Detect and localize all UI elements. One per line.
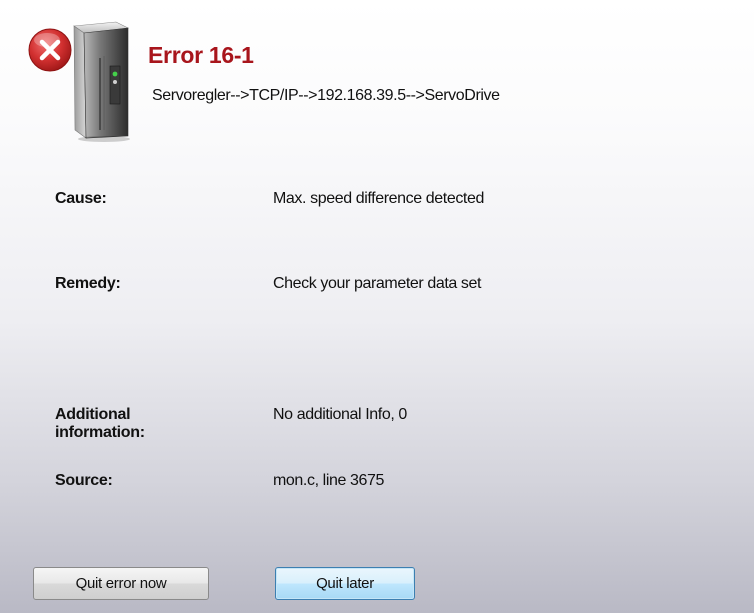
- error-path: Servoregler-->TCP/IP-->192.168.39.5-->Se…: [152, 87, 500, 104]
- cause-value: Max. speed difference detected: [273, 190, 484, 207]
- error-title: Error 16-1: [148, 42, 254, 68]
- quit-later-button[interactable]: Quit later: [275, 567, 415, 600]
- source-label: Source:: [55, 472, 113, 489]
- error-x-icon: [28, 28, 72, 72]
- source-value: mon.c, line 3675: [273, 472, 385, 489]
- quit-error-now-button[interactable]: Quit error now: [33, 567, 209, 600]
- remedy-label: Remedy:: [55, 275, 121, 292]
- error-dialog: Error 16-1 Servoregler-->TCP/IP-->192.16…: [0, 0, 754, 613]
- additional-info-value: No additional Info, 0: [273, 406, 407, 423]
- server-drive-icon: [28, 21, 130, 142]
- additional-info-label-line2: information:: [55, 424, 145, 441]
- additional-info-label: Additional information:: [55, 406, 145, 442]
- additional-info-label-line1: Additional: [55, 406, 131, 423]
- cause-label: Cause:: [55, 190, 107, 207]
- remedy-value: Check your parameter data set: [273, 275, 482, 292]
